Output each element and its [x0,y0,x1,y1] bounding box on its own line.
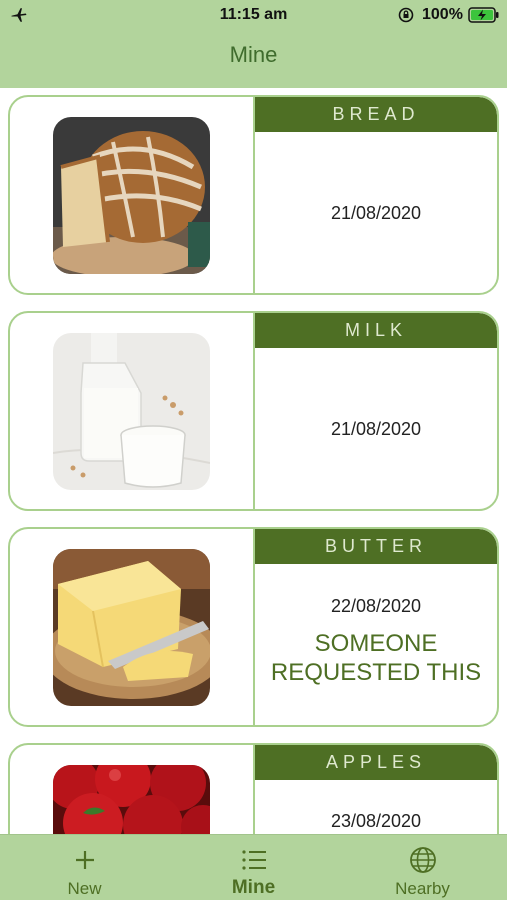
status-bar: 11:15 am 100% [0,0,507,32]
item-image-cell [10,529,255,725]
page-title: Mine [229,42,278,67]
item-date: 23/08/2020 [330,811,422,831]
tab-nearby[interactable]: Nearby [338,835,507,900]
item-image-cell [10,313,255,509]
item-category: BUTTER [255,529,497,564]
battery-charging-icon [468,7,499,23]
item-info-cell: APPLES 23/08/2020 [255,745,497,834]
item-list[interactable]: BREAD 21/08/2020 MILK 21/08/2020 BUTTER … [0,88,507,834]
tab-label: Nearby [395,879,450,898]
globe-icon [410,847,436,873]
item-date: 21/08/2020 [330,203,422,223]
apples-photo [53,765,210,834]
tab-label: Mine [231,877,276,898]
item-info-cell: BUTTER 22/08/2020 SOMEONE REQUESTED THIS [255,529,497,725]
battery-percent: 100% [422,6,463,23]
request-line-2: REQUESTED THIS [270,659,482,686]
plus-icon [76,851,94,869]
item-image-cell [10,745,255,834]
item-date: 21/08/2020 [330,419,422,439]
request-notice: SOMEONE REQUESTED THIS [255,629,497,687]
tab-bar: New Mine Nearby [0,834,507,900]
list-item[interactable]: MILK 21/08/2020 [8,311,499,511]
milk-photo [53,333,210,490]
item-category: APPLES [255,745,497,780]
list-item[interactable]: BREAD 21/08/2020 [8,95,499,295]
list-icon [242,850,266,870]
item-info-cell: BREAD 21/08/2020 [255,97,497,293]
list-item[interactable]: APPLES 23/08/2020 [8,743,499,834]
item-category: BREAD [255,97,497,132]
item-info-cell: MILK 21/08/2020 [255,313,497,509]
butter-photo [53,549,210,706]
tab-label: New [67,879,102,898]
tab-mine[interactable]: Mine [169,835,338,900]
tab-new[interactable]: New [0,835,169,900]
rotation-lock-icon [398,7,414,23]
item-category: MILK [255,313,497,348]
request-line-1: SOMEONE [314,630,438,657]
item-image-cell [10,97,255,293]
app-header: 11:15 am 100% Mine [0,0,507,88]
bread-photo [53,117,210,274]
item-date: 22/08/2020 [330,596,422,616]
list-item[interactable]: BUTTER 22/08/2020 SOMEONE REQUESTED THIS [8,527,499,727]
